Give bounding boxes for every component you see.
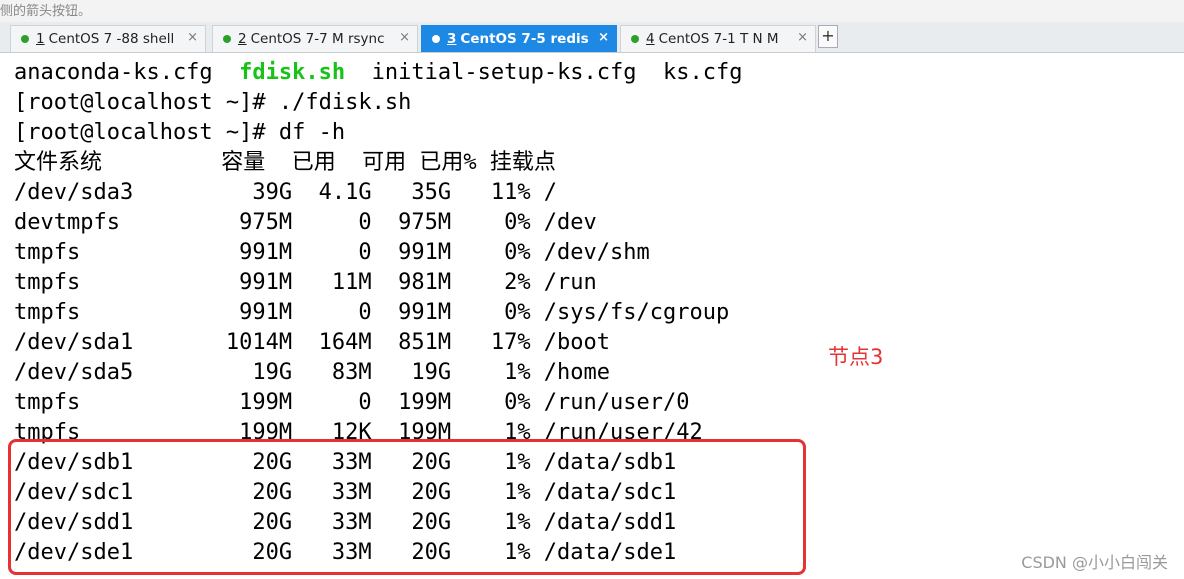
- highlight-box: [8, 439, 806, 575]
- tab-label: CentOS 7 -88 shell: [48, 31, 175, 47]
- file-name: anaconda-ks.cfg: [14, 60, 240, 85]
- close-icon[interactable]: ×: [187, 30, 198, 45]
- tab-number: 1: [36, 31, 45, 47]
- tab-session-2[interactable]: 2 CentOS 7-7 M rsync ×: [212, 25, 418, 52]
- terminal-line-files: anaconda-ks.cfg fdisk.sh initial-setup-k…: [14, 58, 743, 88]
- watermark: CSDN @小小白闯关: [1021, 553, 1168, 572]
- df-row: tmpfs 991M 0 991M 0% /sys/fs/cgroup: [14, 300, 730, 325]
- tab-number: 4: [646, 31, 655, 47]
- tab-number: 3: [447, 31, 457, 47]
- tab-label: CentOS 7-1 T N M: [658, 31, 779, 47]
- df-row: tmpfs 991M 11M 981M 2% /run: [14, 270, 597, 295]
- file-name: initial-setup-ks.cfg ks.cfg: [345, 60, 743, 85]
- connected-dot-icon: [432, 35, 440, 43]
- tab-label: CentOS 7-5 redis: [460, 31, 589, 47]
- close-icon[interactable]: ×: [598, 30, 609, 45]
- add-tab-button[interactable]: +: [818, 25, 838, 48]
- df-row: /dev/sda3 39G 4.1G 35G 11% /: [14, 180, 558, 205]
- terminal-line-command: [root@localhost ~]# df -h: [14, 120, 346, 145]
- tab-session-3[interactable]: 3 CentOS 7-5 redis ×: [421, 25, 617, 52]
- executable-file-name: fdisk.sh: [239, 60, 346, 85]
- df-row: /dev/sda1 1014M 164M 851M 17% /boot: [14, 330, 611, 355]
- top-strip: 侧的箭头按钮。: [0, 0, 1184, 22]
- df-header-line: 文件系统 容量 已用 可用 已用% 挂载点: [14, 150, 556, 175]
- close-icon[interactable]: ×: [399, 30, 410, 45]
- tab-number: 2: [238, 31, 247, 47]
- tab-session-4[interactable]: 4 CentOS 7-1 T N M ×: [620, 25, 816, 52]
- tab-session-1[interactable]: 1 CentOS 7 -88 shell ×: [10, 25, 206, 52]
- df-row: /dev/sda5 19G 83M 19G 1% /home: [14, 360, 611, 385]
- tab-label: CentOS 7-7 M rsync: [250, 31, 385, 47]
- df-row: devtmpfs 975M 0 975M 0% /dev: [14, 210, 597, 235]
- df-row: tmpfs 991M 0 991M 0% /dev/shm: [14, 240, 650, 265]
- close-icon[interactable]: ×: [797, 30, 808, 45]
- df-row: tmpfs 199M 0 199M 0% /run/user/0: [14, 390, 690, 415]
- node-annotation: 节点3: [828, 345, 884, 369]
- terminal-line-command: [root@localhost ~]# ./fdisk.sh: [14, 90, 412, 115]
- connected-dot-icon: [631, 35, 639, 43]
- session-tab-bar: 1 CentOS 7 -88 shell × 2 CentOS 7-7 M rs…: [0, 22, 1184, 53]
- connected-dot-icon: [21, 35, 29, 43]
- top-hint-text: 侧的箭头按钮。: [0, 4, 92, 19]
- connected-dot-icon: [223, 35, 231, 43]
